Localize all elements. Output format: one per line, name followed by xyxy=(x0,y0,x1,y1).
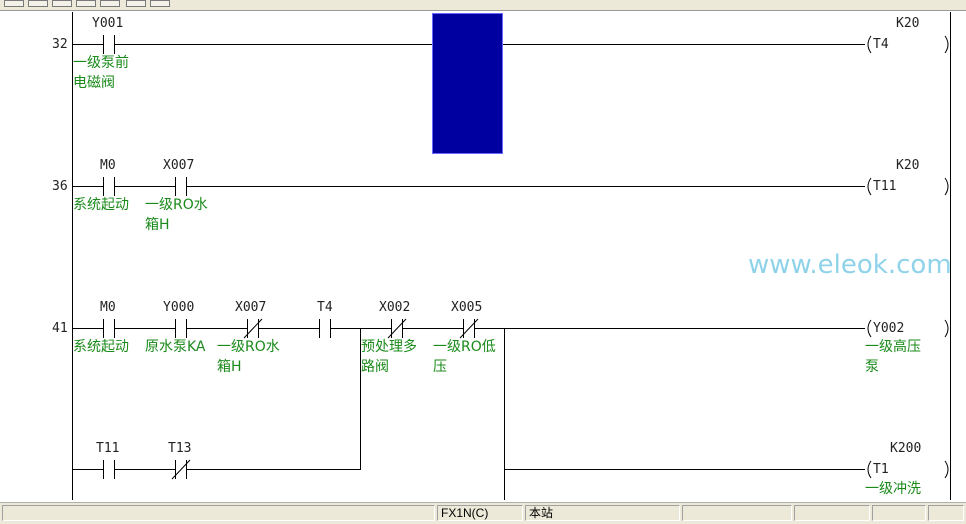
device-comment: 电磁阀 xyxy=(73,75,115,91)
device-comment: 一级RO低 xyxy=(433,339,496,355)
contact-y001[interactable] xyxy=(103,35,115,54)
coil-t11[interactable]: T11 xyxy=(867,177,949,196)
contact-t4[interactable] xyxy=(319,319,331,338)
rung-41[interactable]: 41 M0 系统起动 Y000 原水泵KA X007 一级RO水 箱H T4 X xyxy=(52,300,949,500)
device-comment: 系统起动 xyxy=(73,197,129,213)
status-panel-empty xyxy=(682,505,792,521)
contact-x007[interactable] xyxy=(175,177,187,196)
step-number: 32 xyxy=(52,37,68,52)
device-comment: 一级泵前 xyxy=(73,54,129,71)
device-comment: 一级冲洗 xyxy=(865,481,921,497)
timer-setting: K200 xyxy=(890,441,921,456)
status-panel-empty xyxy=(872,505,926,521)
device-label: X007 xyxy=(235,300,266,315)
status-plc-type: FX1N(C) xyxy=(437,505,523,521)
device-label: T11 xyxy=(96,441,119,456)
contact-t11[interactable] xyxy=(103,460,115,479)
device-label: Y000 xyxy=(163,300,194,315)
device-comment: 预处理多 xyxy=(361,338,417,355)
step-number: 36 xyxy=(52,179,68,194)
device-comment: 一级RO水 xyxy=(217,339,280,355)
device-comment: 箱H xyxy=(145,217,170,233)
coil-t4[interactable]: T4 xyxy=(867,35,949,54)
device-label: M0 xyxy=(100,300,116,315)
contact-m0[interactable] xyxy=(103,177,115,196)
status-bar: FX1N(C) 本站 xyxy=(0,502,966,524)
status-station: 本站 xyxy=(525,505,680,521)
coil-label: T1 xyxy=(873,462,889,477)
timer-setting: K20 xyxy=(896,158,919,173)
watermark: www.eleok.com xyxy=(748,250,952,280)
contact-m0[interactable] xyxy=(103,319,115,338)
device-comment: 一级RO水 xyxy=(145,197,208,213)
edit-cursor[interactable] xyxy=(432,13,503,154)
status-panel-empty xyxy=(928,505,964,521)
timer-setting: K20 xyxy=(896,16,919,31)
device-label: Y001 xyxy=(92,16,123,31)
coil-label: Y002 xyxy=(873,321,904,336)
device-label: T13 xyxy=(168,441,191,456)
contact-y000[interactable] xyxy=(175,319,187,338)
device-comment: 泵 xyxy=(865,359,879,375)
coil-label: T11 xyxy=(873,179,896,194)
device-label: T4 xyxy=(317,300,333,315)
status-panel-empty xyxy=(794,505,870,521)
device-comment: 箱H xyxy=(217,359,242,375)
device-label: X002 xyxy=(379,300,410,315)
device-comment: 原水泵KA xyxy=(145,339,206,355)
device-label: M0 xyxy=(100,158,116,173)
rung-36[interactable]: 36 M0 系统起动 X007 一级RO水 箱H T11 K20 xyxy=(52,158,949,233)
device-comment: 路阀 xyxy=(361,359,389,375)
ladder-diagram[interactable]: 32 Y001 一级泵前 电磁阀 T4 K20 36 M0 系统起动 X007 … xyxy=(0,0,966,502)
device-label: X005 xyxy=(451,300,482,315)
device-comment: 一级高压 xyxy=(865,338,921,355)
status-panel-message xyxy=(2,505,435,521)
coil-y002[interactable]: Y002 xyxy=(867,319,949,338)
coil-t1[interactable]: T1 xyxy=(867,460,949,479)
device-comment: 压 xyxy=(433,359,447,375)
device-label: X007 xyxy=(163,158,194,173)
step-number: 41 xyxy=(52,321,68,336)
coil-label: T4 xyxy=(873,37,889,52)
device-comment: 系统起动 xyxy=(73,339,129,355)
